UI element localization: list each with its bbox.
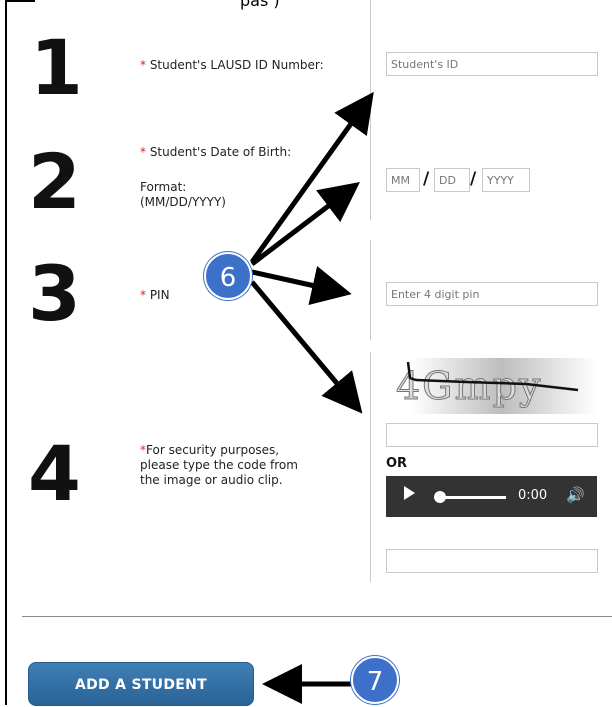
arrow-to-dob (250, 181, 360, 266)
arrow-to-pin (251, 265, 352, 306)
arrow-to-student-id (249, 91, 374, 264)
callout-badge-6: 6 (204, 252, 252, 300)
arrow-to-captcha (250, 280, 363, 414)
callout-arrows (249, 91, 374, 704)
callout-badge-7: 7 (351, 656, 399, 704)
